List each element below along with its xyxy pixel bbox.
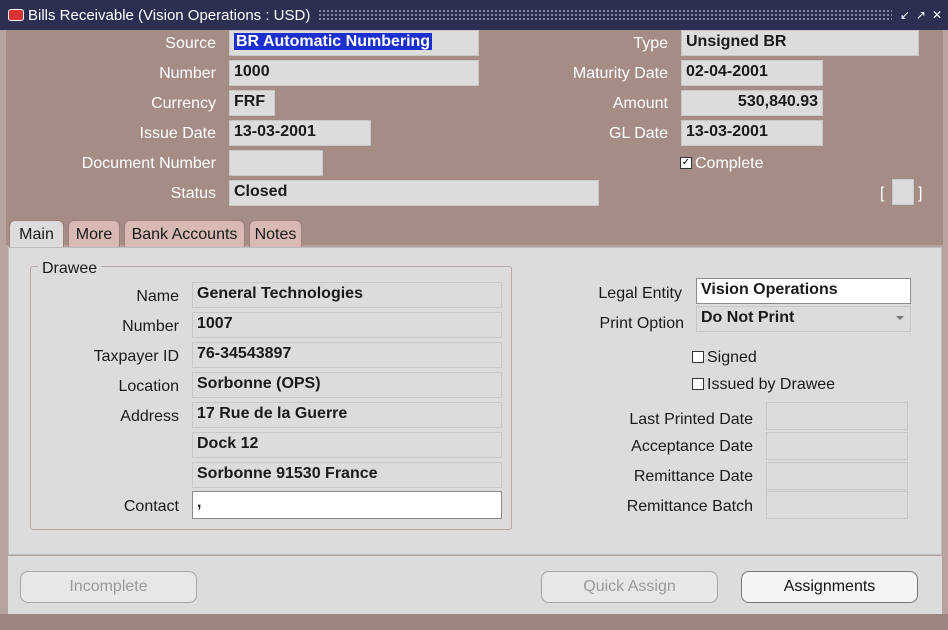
remittance-batch-field[interactable] (766, 491, 908, 519)
tab-more[interactable]: More (68, 220, 120, 248)
maximize-icon[interactable]: ↗ (916, 8, 926, 22)
amount-label: Amount (612, 95, 668, 112)
address-line1-field[interactable]: 17 Rue de la Guerre (192, 402, 502, 428)
title-bar-fill (318, 9, 892, 21)
chevron-down-icon[interactable] (896, 316, 904, 320)
currency-label: Currency (151, 95, 216, 112)
address-label: Address (120, 408, 179, 425)
number-label: Number (159, 65, 216, 82)
amount-field[interactable]: 530,840.93 (681, 90, 823, 116)
title-bar: Bills Receivable (Vision Operations : US… (0, 0, 948, 30)
window-title: Bills Receivable (Vision Operations : US… (28, 6, 311, 24)
remittance-batch-label: Remittance Batch (626, 498, 753, 515)
complete-checkbox[interactable]: ✓ (680, 156, 692, 169)
gl-date-label: GL Date (609, 125, 668, 142)
drawee-name-field[interactable]: General Technologies (192, 282, 502, 308)
acceptance-date-field[interactable] (766, 432, 908, 460)
print-option-select[interactable]: Do Not Print (696, 306, 911, 332)
drawee-number-label: Number (122, 318, 179, 335)
issue-date-field[interactable]: 13-03-2001 (229, 120, 371, 146)
last-printed-date-label: Last Printed Date (629, 411, 753, 428)
oracle-logo-icon (8, 9, 24, 21)
close-icon[interactable]: ✕ (932, 8, 942, 22)
taxpayer-id-label: Taxpayer ID (93, 348, 179, 365)
status-label: Status (170, 185, 216, 202)
quick-assign-button[interactable]: Quick Assign (541, 571, 718, 603)
drawee-group-title: Drawee (38, 260, 102, 278)
tab-main[interactable]: Main (9, 220, 64, 250)
type-field[interactable]: Unsigned BR (681, 30, 919, 56)
acceptance-date-label: Acceptance Date (631, 438, 753, 455)
contact-label: Contact (123, 498, 179, 515)
issued-by-drawee-checkbox[interactable] (692, 377, 704, 390)
maturity-date-field[interactable]: 02-04-2001 (681, 60, 823, 86)
flex-bracket-right: ] (918, 185, 923, 202)
gl-date-field[interactable]: 13-03-2001 (681, 120, 823, 146)
complete-checkbox-row[interactable]: ✓ Complete (680, 155, 763, 173)
contact-field[interactable]: , (192, 491, 502, 519)
location-field[interactable]: Sorbonne (OPS) (192, 372, 502, 398)
print-option-value: Do Not Print (701, 309, 795, 326)
address-line2-field[interactable]: Dock 12 (192, 432, 502, 458)
tab-bank-accounts[interactable]: Bank Accounts (124, 220, 245, 248)
type-label: Type (633, 35, 668, 52)
window-bottom-border (0, 614, 948, 630)
document-number-field[interactable] (229, 150, 323, 176)
address-line3-field[interactable]: Sorbonne 91530 France (192, 462, 502, 488)
descriptive-flexfield[interactable] (892, 179, 914, 205)
remittance-date-field[interactable] (766, 462, 908, 490)
print-option-label: Print Option (599, 315, 684, 332)
source-label: Source (165, 35, 216, 52)
issue-date-label: Issue Date (139, 125, 216, 142)
issued-by-drawee-label: Issued by Drawee (707, 376, 836, 393)
drawee-name-label: Name (136, 288, 179, 305)
drawee-number-field[interactable]: 1007 (192, 312, 502, 338)
document-number-label: Document Number (81, 155, 216, 172)
issued-by-drawee-checkbox-row[interactable]: Issued by Drawee (692, 376, 835, 394)
number-field[interactable]: 1000 (229, 60, 479, 86)
remittance-date-label: Remittance Date (633, 468, 753, 485)
source-value: BR Automatic Numbering (234, 33, 433, 50)
assignments-button[interactable]: Assignments (741, 571, 918, 603)
complete-label: Complete (695, 155, 764, 172)
legal-entity-label: Legal Entity (598, 285, 682, 302)
signed-checkbox[interactable] (692, 350, 704, 363)
location-label: Location (118, 378, 180, 395)
currency-field[interactable]: FRF (229, 90, 275, 116)
flex-bracket-left: [ (880, 185, 885, 202)
signed-label: Signed (707, 349, 757, 366)
tab-notes[interactable]: Notes (249, 220, 302, 248)
incomplete-button[interactable]: Incomplete (20, 571, 197, 603)
legal-entity-field[interactable]: Vision Operations (696, 278, 911, 304)
last-printed-date-field[interactable] (766, 402, 908, 430)
taxpayer-id-field[interactable]: 76-34543897 (192, 342, 502, 368)
status-field[interactable]: Closed (229, 180, 599, 206)
source-field[interactable]: BR Automatic Numbering (229, 30, 479, 56)
minimize-icon[interactable]: ↙ (900, 8, 910, 22)
maturity-date-label: Maturity Date (572, 65, 668, 82)
signed-checkbox-row[interactable]: Signed (692, 349, 757, 367)
